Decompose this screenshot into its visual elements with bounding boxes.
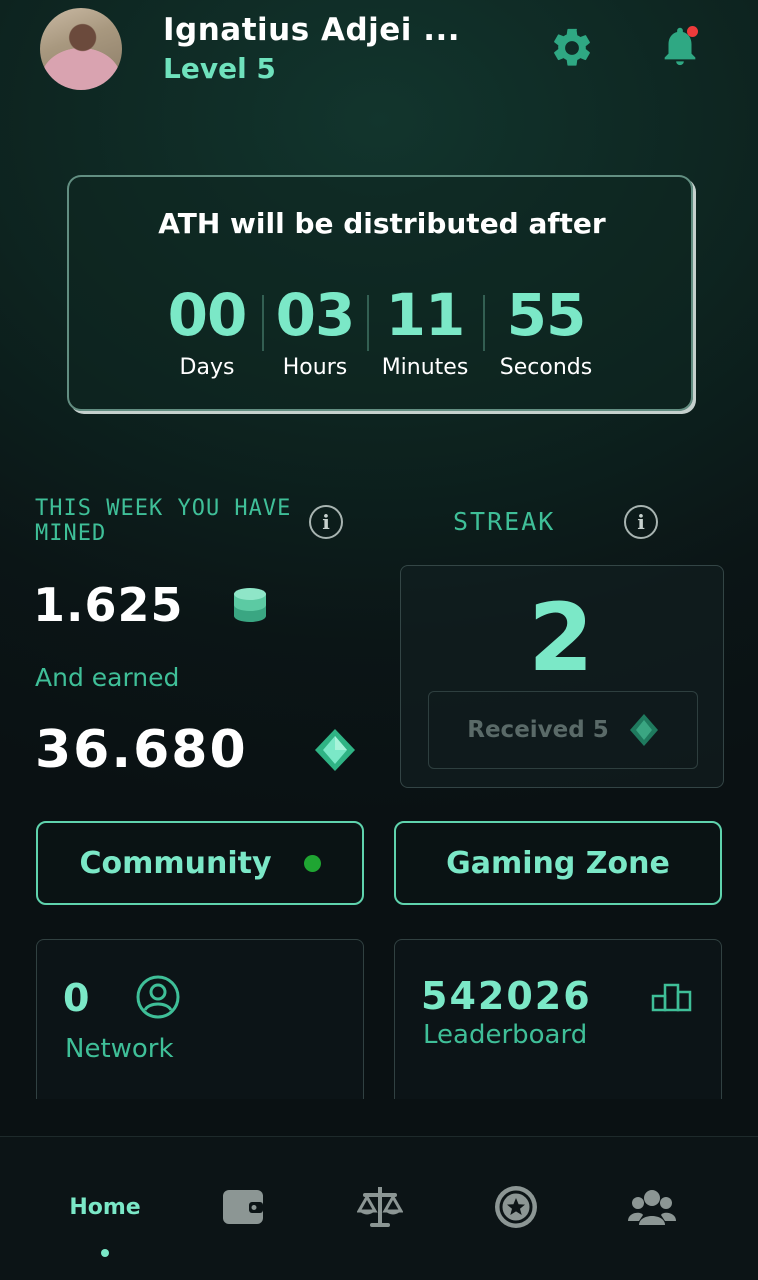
divider [262,295,264,351]
star-badge-icon [495,1186,537,1228]
community-label: Community [79,845,272,881]
podium-icon [651,982,693,1016]
active-indicator [101,1249,109,1257]
countdown-label: Hours [282,355,348,380]
user-icon [135,974,181,1024]
earned-label: And earned [35,663,180,692]
gem-icon [314,728,356,776]
network-count: 0 [63,976,92,1020]
notifications-button[interactable] [656,22,704,70]
nav-rewards[interactable] [466,1177,566,1237]
notification-badge [687,26,698,37]
online-indicator [303,854,321,872]
divider [367,295,369,351]
countdown-title: ATH will be distributed after [158,207,606,240]
countdown-minutes: 11 Minutes [375,281,475,380]
coin-stack-icon [232,585,268,629]
nav-wallet[interactable] [193,1177,293,1237]
gaming-zone-label: Gaming Zone [446,845,670,881]
countdown-label: Days [179,355,235,380]
streak-received: Received 5 [428,691,698,769]
received-label: Received 5 [467,717,609,743]
streak-card: 2 Received 5 [400,565,724,788]
countdown-value: 03 [275,281,356,349]
group-icon [628,1190,676,1225]
nav-governance[interactable] [330,1177,430,1237]
community-button[interactable]: Community [36,821,364,905]
wallet-icon [223,1190,263,1224]
leaderboard-card[interactable]: 542026 Leaderboard [394,939,722,1099]
countdown-hours: 03 Hours [267,281,363,380]
countdown-label: Seconds [499,355,593,380]
info-icon[interactable]: i [309,505,343,539]
divider [483,295,485,351]
countdown-value: 55 [506,281,587,349]
network-card[interactable]: 0 Network [36,939,364,1099]
countdown-label: Minutes [381,355,469,380]
settings-button[interactable] [548,24,596,72]
gaming-zone-button[interactable]: Gaming Zone [394,821,722,905]
leaderboard-rank: 542026 [421,974,592,1018]
user-level: Level 5 [163,52,276,85]
info-icon[interactable]: i [624,505,658,539]
balance-scale-icon [357,1187,403,1227]
streak-title: STREAK [453,507,556,536]
countdown-days: 00 Days [159,281,255,380]
gem-icon [629,714,658,746]
weekly-mined-title: THIS WEEK YOU HAVE MINED [35,496,292,546]
countdown-value: 11 [385,281,466,349]
bottom-navigation: Home [0,1136,758,1280]
nav-home[interactable]: Home [55,1177,155,1237]
streak-count: 2 [528,584,598,693]
nav-home-label: Home [69,1194,141,1220]
avatar[interactable] [40,8,122,90]
network-label: Network [65,1034,174,1064]
leaderboard-label: Leaderboard [423,1020,588,1050]
user-name: Ignatius Adjei ... [163,12,461,48]
earned-amount: 36.680 [35,720,248,780]
countdown-seconds: 55 Seconds [493,281,599,380]
nav-community[interactable] [602,1177,702,1237]
countdown-value: 00 [167,281,248,349]
distribution-countdown: ATH will be distributed after 00 Days 03… [67,175,693,411]
mined-amount: 1.625 [33,578,184,632]
gear-icon [554,28,590,66]
